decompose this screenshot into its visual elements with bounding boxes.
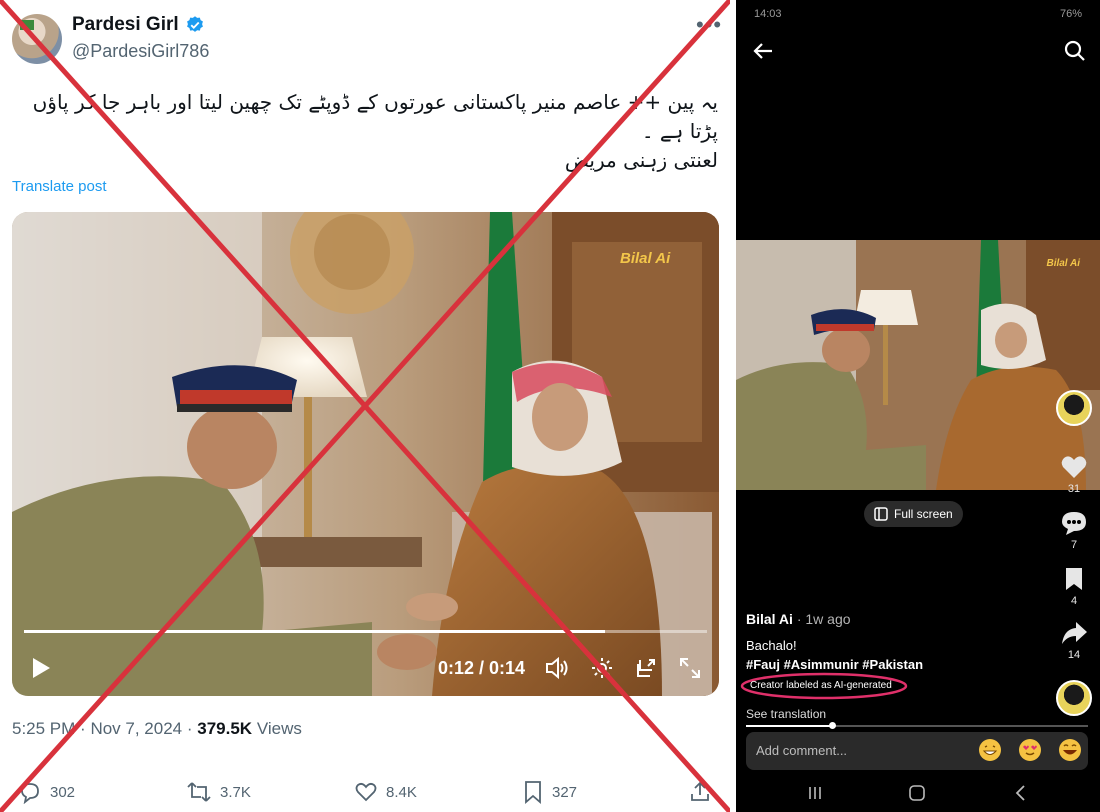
status-bar: 14:03 76%: [736, 6, 1100, 24]
profile-avatar[interactable]: [12, 14, 62, 64]
ai-generated-label: Creator labeled as AI-generated: [750, 680, 892, 691]
bookmark-icon: [525, 781, 541, 804]
like-count: 8.4K: [386, 783, 417, 801]
heart-eyes-emoji-icon[interactable]: [1018, 738, 1042, 762]
phone-video-watermark: Bilal Ai: [1046, 258, 1080, 269]
translate-post-link[interactable]: Translate post: [12, 178, 107, 195]
share-button[interactable]: [688, 780, 712, 804]
save-action[interactable]: 4: [1054, 566, 1094, 607]
phone-progress-handle[interactable]: [828, 722, 836, 729]
post-text: یہ پین ++ عاصم منیر پاکستانی عورتوں کے ڈ…: [18, 88, 718, 175]
video-hashtags[interactable]: #Fauj #Asimmunir #Pakistan: [746, 657, 923, 672]
bookmark-count: 327: [552, 783, 578, 801]
reply-count: 302: [50, 783, 76, 801]
user-handle[interactable]: @PardesiGirl786: [72, 41, 209, 62]
video-author: Bilal Ai · 1w ago: [746, 611, 851, 627]
author-name-row: Pardesi Girl: [72, 14, 205, 36]
views-count: 379.5K: [197, 719, 253, 738]
post-meta: 5:25 PM · Nov 7, 2024 · 379.5K Views: [12, 719, 302, 738]
laughing-emoji-icon[interactable]: [1058, 738, 1082, 762]
repost-count: 3.7K: [220, 783, 251, 801]
post-text-line: یہ پین ++ عاصم منیر پاکستانی عورتوں کے ڈ…: [32, 90, 718, 114]
share-icon: [691, 781, 709, 801]
heart-icon: [1061, 456, 1087, 478]
creator-avatar[interactable]: [1056, 390, 1092, 426]
see-translation-link[interactable]: See translation: [746, 707, 826, 721]
video-controls: 0:12 / 0:14: [12, 644, 719, 692]
search-icon[interactable]: [1064, 40, 1086, 62]
sound-disc-avatar[interactable]: [1056, 680, 1092, 716]
video-caption: Bachalo!: [746, 638, 797, 653]
video-frame: [12, 212, 719, 696]
like-count: 31: [1067, 483, 1081, 495]
more-options-icon[interactable]: •••: [696, 12, 722, 38]
video-progress-fill: [24, 630, 605, 633]
full-screen-icon: [874, 507, 888, 521]
author-name[interactable]: Bilal Ai: [746, 611, 793, 627]
like-action[interactable]: 31: [1054, 454, 1094, 495]
home-icon[interactable]: [908, 784, 926, 802]
share-action[interactable]: 14: [1054, 620, 1094, 661]
status-time: 14:03: [754, 8, 782, 20]
settings-gear-icon[interactable]: [590, 656, 614, 680]
heart-icon: [355, 782, 377, 802]
post-time[interactable]: 5:25 PM: [12, 719, 75, 738]
back-arrow-icon[interactable]: [752, 40, 774, 62]
back-chevron-icon[interactable]: [1012, 784, 1030, 802]
phone-screenshot: 14:03 76% Bilal Ai Full screen 31 7 4 14…: [736, 0, 1100, 812]
phone-video-progress-bar[interactable]: [746, 722, 1088, 729]
comment-count: 7: [1070, 539, 1078, 551]
tweet-post: Pardesi Girl @PardesiGirl786 ••• یہ پین …: [0, 0, 730, 812]
video-player[interactable]: Bilal Ai 0:12 / 0:14: [12, 212, 719, 696]
add-comment-input[interactable]: Add comment...: [746, 732, 1088, 770]
phone-video[interactable]: Bilal Ai: [736, 240, 1100, 490]
comment-icon: [1062, 512, 1086, 535]
bookmark-icon: [1066, 568, 1082, 590]
fullscreen-icon[interactable]: [678, 656, 702, 680]
full-screen-button[interactable]: Full screen: [864, 501, 963, 527]
repost-button[interactable]: 3.7K: [186, 780, 251, 804]
battery-level: 76%: [1059, 8, 1082, 20]
grin-emoji-icon[interactable]: [978, 738, 1002, 762]
comment-placeholder: Add comment...: [756, 743, 848, 758]
full-screen-label: Full screen: [894, 507, 953, 521]
post-age: · 1w ago: [796, 611, 851, 627]
reply-icon: [21, 783, 39, 804]
post-actions: 302 3.7K 8.4K 327: [0, 774, 730, 812]
recent-apps-icon[interactable]: [806, 784, 824, 802]
phone-video-frame: [736, 240, 1100, 490]
like-button[interactable]: 8.4K: [354, 780, 417, 804]
display-name[interactable]: Pardesi Girl: [72, 14, 179, 36]
share-arrow-icon: [1062, 622, 1087, 644]
views-label: Views: [256, 719, 302, 738]
phone-progress-fill: [746, 725, 832, 727]
repost-icon: [187, 782, 211, 802]
picture-in-picture-icon[interactable]: [634, 656, 658, 680]
post-text-line: لعنتی زہنی مریض: [564, 148, 718, 172]
video-watermark: Bilal Ai: [620, 250, 671, 267]
play-icon[interactable]: [30, 656, 52, 680]
post-text-line: پڑتا ہے ۔: [641, 119, 718, 143]
video-timecode: 0:12 / 0:14: [438, 658, 526, 678]
comment-action[interactable]: 7: [1054, 510, 1094, 551]
reply-button[interactable]: 302: [18, 780, 75, 804]
post-date[interactable]: Nov 7, 2024: [90, 719, 182, 738]
save-count: 4: [1070, 595, 1078, 607]
bookmark-button[interactable]: 327: [522, 780, 577, 804]
volume-icon[interactable]: [544, 656, 570, 680]
android-nav-bar: [736, 780, 1100, 810]
video-progress-bar[interactable]: [24, 630, 707, 633]
share-count: 14: [1067, 649, 1081, 661]
verified-badge-icon: [186, 16, 203, 32]
